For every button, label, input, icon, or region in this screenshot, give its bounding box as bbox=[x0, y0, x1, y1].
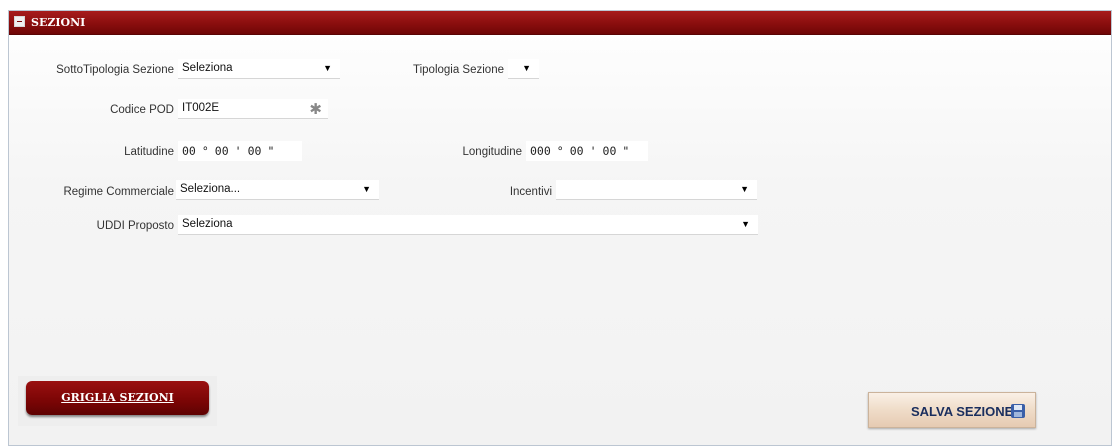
lat-sec-symbol: " bbox=[267, 144, 275, 158]
required-asterisk-icon: ✱ bbox=[309, 101, 322, 118]
sottotipologia-value: Seleziona bbox=[182, 62, 233, 74]
regime-label: Regime Commerciale bbox=[63, 186, 174, 198]
lat-deg[interactable]: 00 bbox=[182, 144, 196, 158]
codice-pod-value: IT002E bbox=[182, 102, 220, 114]
lat-min[interactable]: 00 bbox=[215, 144, 229, 158]
uddi-select[interactable]: Seleziona ▼ bbox=[178, 215, 758, 235]
regime-select[interactable]: Seleziona... ▼ bbox=[176, 180, 379, 200]
regime-value: Seleziona... bbox=[180, 183, 241, 195]
codice-pod-label: Codice POD bbox=[110, 104, 174, 116]
griglia-sezioni-button[interactable]: GRIGLIA SEZIONI bbox=[26, 381, 209, 415]
latitudine-input[interactable]: 00 ° 00 ' 00 " bbox=[178, 141, 302, 161]
floppy-disk-icon bbox=[1011, 404, 1025, 418]
uddi-value: Seleziona bbox=[182, 218, 233, 230]
panel-header: SEZIONI bbox=[9, 11, 1111, 35]
incentivi-select[interactable]: ▼ bbox=[556, 180, 757, 200]
latitudine-label: Latitudine bbox=[124, 146, 174, 158]
lon-sec[interactable]: 00 bbox=[603, 144, 617, 158]
salva-sezione-button[interactable]: SALVA SEZIONE bbox=[868, 392, 1036, 428]
chevron-down-icon: ▼ bbox=[323, 63, 332, 73]
chevron-down-icon: ▼ bbox=[741, 219, 750, 229]
incentivi-label: Incentivi bbox=[509, 186, 552, 198]
lon-deg-symbol: ° bbox=[556, 144, 564, 158]
longitudine-input[interactable]: 000 ° 00 ' 00 " bbox=[526, 141, 648, 161]
chevron-down-icon: ▼ bbox=[362, 184, 371, 194]
tipologia-label: Tipologia Sezione bbox=[413, 64, 504, 76]
lon-sec-symbol: " bbox=[622, 144, 630, 158]
sottotipologia-select[interactable]: Seleziona ▼ bbox=[178, 59, 340, 79]
lon-min-symbol: ' bbox=[589, 144, 597, 158]
chevron-down-icon: ▼ bbox=[740, 184, 749, 194]
longitudine-label: Longitudine bbox=[462, 146, 522, 158]
lon-deg[interactable]: 000 bbox=[530, 144, 551, 158]
salva-sezione-label: SALVA SEZIONE bbox=[911, 404, 1014, 419]
collapse-icon[interactable] bbox=[14, 16, 25, 27]
sottotipologia-label: SottoTipologia Sezione bbox=[56, 64, 174, 76]
tipologia-select[interactable]: ▼ bbox=[508, 59, 539, 79]
uddi-label: UDDI Proposto bbox=[96, 220, 174, 232]
panel-title: SEZIONI bbox=[31, 16, 86, 29]
lat-min-symbol: ' bbox=[234, 144, 242, 158]
codice-pod-input[interactable]: IT002E ✱ bbox=[178, 99, 328, 119]
lat-sec[interactable]: 00 bbox=[248, 144, 262, 158]
chevron-down-icon: ▼ bbox=[522, 63, 531, 73]
lon-min[interactable]: 00 bbox=[570, 144, 584, 158]
griglia-button-container: GRIGLIA SEZIONI bbox=[18, 376, 217, 426]
lat-deg-symbol: ° bbox=[201, 144, 209, 158]
